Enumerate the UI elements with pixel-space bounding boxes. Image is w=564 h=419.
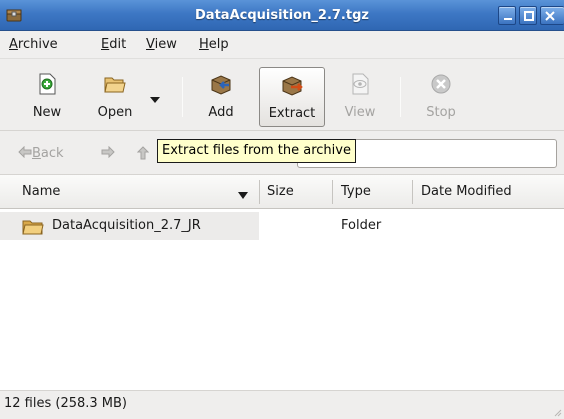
sort-descending-icon	[238, 188, 248, 203]
toolbar-separator	[182, 77, 183, 117]
column-name-label: Name	[22, 184, 61, 199]
add-label: Add	[208, 105, 234, 120]
extract-label: Extract	[268, 106, 316, 121]
forward-button[interactable]	[101, 145, 115, 162]
view-button[interactable]: View	[337, 67, 383, 127]
title-bar: DataAcquisition_2.7.tgz	[0, 0, 564, 31]
stop-button[interactable]: Stop	[417, 67, 465, 127]
view-label: View	[344, 105, 376, 120]
view-file-icon	[348, 72, 372, 96]
forward-arrow-icon	[101, 145, 115, 159]
open-dropdown-arrow-icon[interactable]	[150, 92, 160, 107]
toolbar: New Open Add Extract View Stop	[0, 59, 564, 131]
maximize-button[interactable]	[519, 6, 537, 25]
new-archive-icon	[35, 72, 59, 96]
menu-view-rest: iew	[154, 37, 177, 52]
back-accel: B	[32, 146, 41, 161]
column-type[interactable]: Type	[333, 175, 412, 209]
open-button[interactable]: Open	[86, 67, 144, 127]
up-button[interactable]	[136, 146, 150, 164]
extract-files-icon	[280, 73, 304, 97]
open-label: Open	[97, 105, 133, 120]
back-button[interactable]: Back	[18, 145, 64, 161]
stop-label: Stop	[426, 105, 456, 120]
column-name[interactable]: Name	[14, 175, 259, 209]
table-row[interactable]: DataAcquisition_2.7_JR Folder	[0, 212, 564, 240]
extract-button[interactable]: Extract	[259, 67, 325, 127]
menu-archive[interactable]: Archive	[9, 37, 58, 52]
open-folder-icon	[103, 72, 127, 96]
menu-help[interactable]: Help	[199, 37, 229, 52]
status-text: 12 files (258.3 MB)	[4, 396, 128, 411]
add-files-icon	[209, 72, 233, 96]
column-size-label: Size	[267, 184, 294, 199]
menu-edit-rest: dit	[109, 37, 127, 52]
new-label: New	[32, 105, 62, 120]
toolbar-separator	[400, 77, 401, 117]
resize-grip-icon[interactable]	[552, 407, 562, 417]
menu-edit[interactable]: Edit	[101, 37, 126, 52]
add-button[interactable]: Add	[196, 67, 246, 127]
menu-bar: Archive Edit View Help	[0, 31, 564, 59]
close-button[interactable]	[540, 6, 564, 25]
window-title: DataAcquisition_2.7.tgz	[195, 8, 369, 23]
column-type-label: Type	[341, 184, 371, 199]
column-date-modified-label: Date Modified	[421, 184, 512, 199]
status-bar: 12 files (258.3 MB)	[0, 390, 564, 419]
extract-tooltip: Extract files from the archive	[157, 139, 356, 163]
up-arrow-icon	[136, 146, 150, 160]
folder-icon	[22, 218, 44, 240]
minimize-button[interactable]	[498, 6, 516, 25]
file-list-header: Name Size Type Date Modified	[0, 175, 564, 209]
menu-archive-accel: A	[9, 37, 18, 52]
menu-view[interactable]: View	[146, 37, 177, 52]
stop-icon	[429, 72, 453, 96]
menu-help-rest: elp	[208, 37, 229, 52]
menu-view-accel: V	[146, 37, 155, 52]
column-date-modified[interactable]: Date Modified	[413, 175, 564, 209]
file-name: DataAcquisition_2.7_JR	[52, 218, 201, 233]
back-rest: ack	[40, 146, 64, 161]
menu-edit-accel: E	[101, 37, 110, 52]
file-list: DataAcquisition_2.7_JR Folder	[0, 209, 564, 390]
column-size[interactable]: Size	[259, 175, 332, 209]
new-button[interactable]: New	[22, 67, 72, 127]
back-arrow-icon	[18, 145, 32, 159]
menu-archive-rest: rchive	[17, 37, 58, 52]
file-type: Folder	[341, 218, 382, 233]
menu-help-accel: H	[199, 37, 209, 52]
